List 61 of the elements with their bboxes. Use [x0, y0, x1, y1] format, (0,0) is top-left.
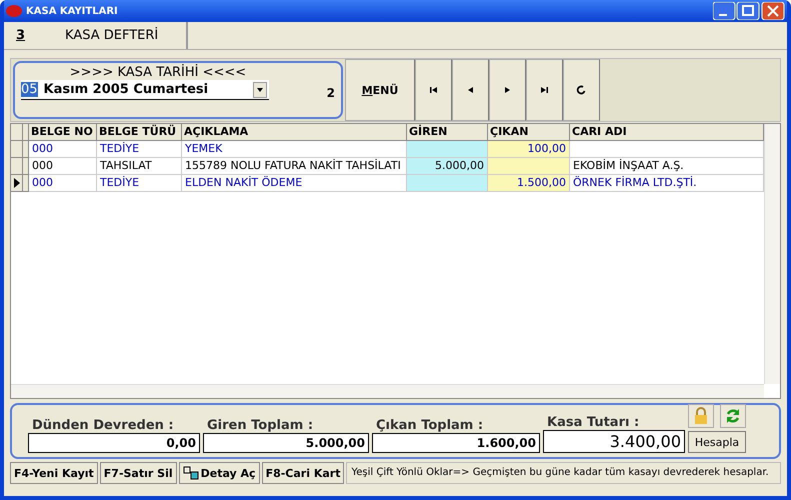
table-cell: 000	[29, 141, 97, 158]
total-field: 1.600,00	[372, 433, 540, 453]
total-field: 5.000,00	[203, 433, 369, 453]
first-icon	[430, 87, 437, 93]
action-button[interactable]: F8-Cari Kart	[262, 462, 344, 484]
last-icon	[541, 87, 548, 93]
action-button[interactable]: F4-Yeni Kayıt	[10, 462, 98, 484]
table-cell: TEDİYE	[97, 175, 182, 192]
column-header[interactable]: ÇIKAN	[488, 124, 570, 141]
refresh-icon	[725, 408, 741, 424]
total-field: 0,00	[28, 433, 200, 453]
total-label: Çıkan Toplam :	[375, 418, 484, 433]
first-button[interactable]	[415, 59, 452, 121]
table-cell: 1.500,00	[488, 175, 570, 192]
current-row-icon	[14, 178, 20, 188]
column-header[interactable]: GİREN	[407, 124, 488, 141]
last-button[interactable]	[526, 59, 563, 121]
refresh-button[interactable]	[563, 59, 600, 121]
action-button[interactable]: F7-Satır Sil	[100, 462, 177, 484]
next-button[interactable]	[489, 59, 526, 121]
table-cell: TAHSILAT	[97, 158, 182, 175]
table-cell: ÖRNEK FİRMA LTD.ŞTİ.	[570, 175, 764, 192]
date-dropdown[interactable]: 05 Kasım 2005 Cumartesi	[21, 80, 269, 100]
action-button[interactable]: Detay Aç	[178, 462, 260, 484]
table-cell: 000	[29, 175, 97, 192]
menu-button[interactable]: MENÜ	[345, 59, 415, 121]
total-label: Giren Toplam :	[206, 418, 314, 433]
next-icon	[505, 87, 510, 93]
total-label: Kasa Tutarı :	[546, 415, 640, 430]
table-cell: 155789 NOLU FATURA NAKİT TAHSİLATI	[182, 158, 407, 175]
window-controls-icon	[713, 2, 787, 20]
column-header[interactable]: AÇIKLAMA	[182, 124, 407, 141]
dropdown-arrow-icon	[257, 88, 263, 92]
lock-button[interactable]	[688, 404, 714, 428]
record-count: 2	[326, 86, 335, 100]
table-cell: YEMEK	[182, 141, 407, 158]
calculate-button[interactable]: Hesapla	[688, 431, 746, 453]
total-field: 3.400,00	[543, 430, 685, 453]
column-header[interactable]: CARI ADI	[570, 124, 764, 141]
date-title: >>>> KASA TARİHİ <<<<	[68, 65, 248, 80]
table-cell: EKOBİM İNŞAAT A.Ş.	[570, 158, 764, 175]
column-header[interactable]: BELGE TÜRÜ	[97, 124, 182, 141]
row-indicator[interactable]	[11, 175, 23, 192]
recalculate-button[interactable]	[720, 404, 746, 428]
column-header[interactable]: BELGE NO	[29, 124, 97, 141]
refresh-icon	[576, 86, 586, 94]
window-title: KASA KAYITLARI	[26, 6, 118, 16]
previous-icon	[468, 87, 473, 93]
detail-icon	[182, 466, 199, 480]
lock-icon	[693, 407, 709, 425]
table-cell: 100,00	[488, 141, 570, 158]
table-cell: 5.000,00	[407, 158, 488, 175]
app-icon	[6, 4, 22, 18]
table-cell: ELDEN NAKİT ÖDEME	[182, 175, 407, 192]
horizontal-scrollbar[interactable]	[11, 384, 764, 398]
table-cell: TEDİYE	[97, 141, 182, 158]
total-label: Dünden Devreden :	[31, 418, 175, 433]
hint-text: Yeşil Çift Yönlü Oklar=> Geçmişten bu güne kadar tüm kasayı devrederek hesaplar.	[346, 462, 781, 484]
vertical-scrollbar[interactable]	[764, 124, 780, 384]
previous-button[interactable]	[452, 59, 489, 121]
table-cell: 000	[29, 158, 97, 175]
